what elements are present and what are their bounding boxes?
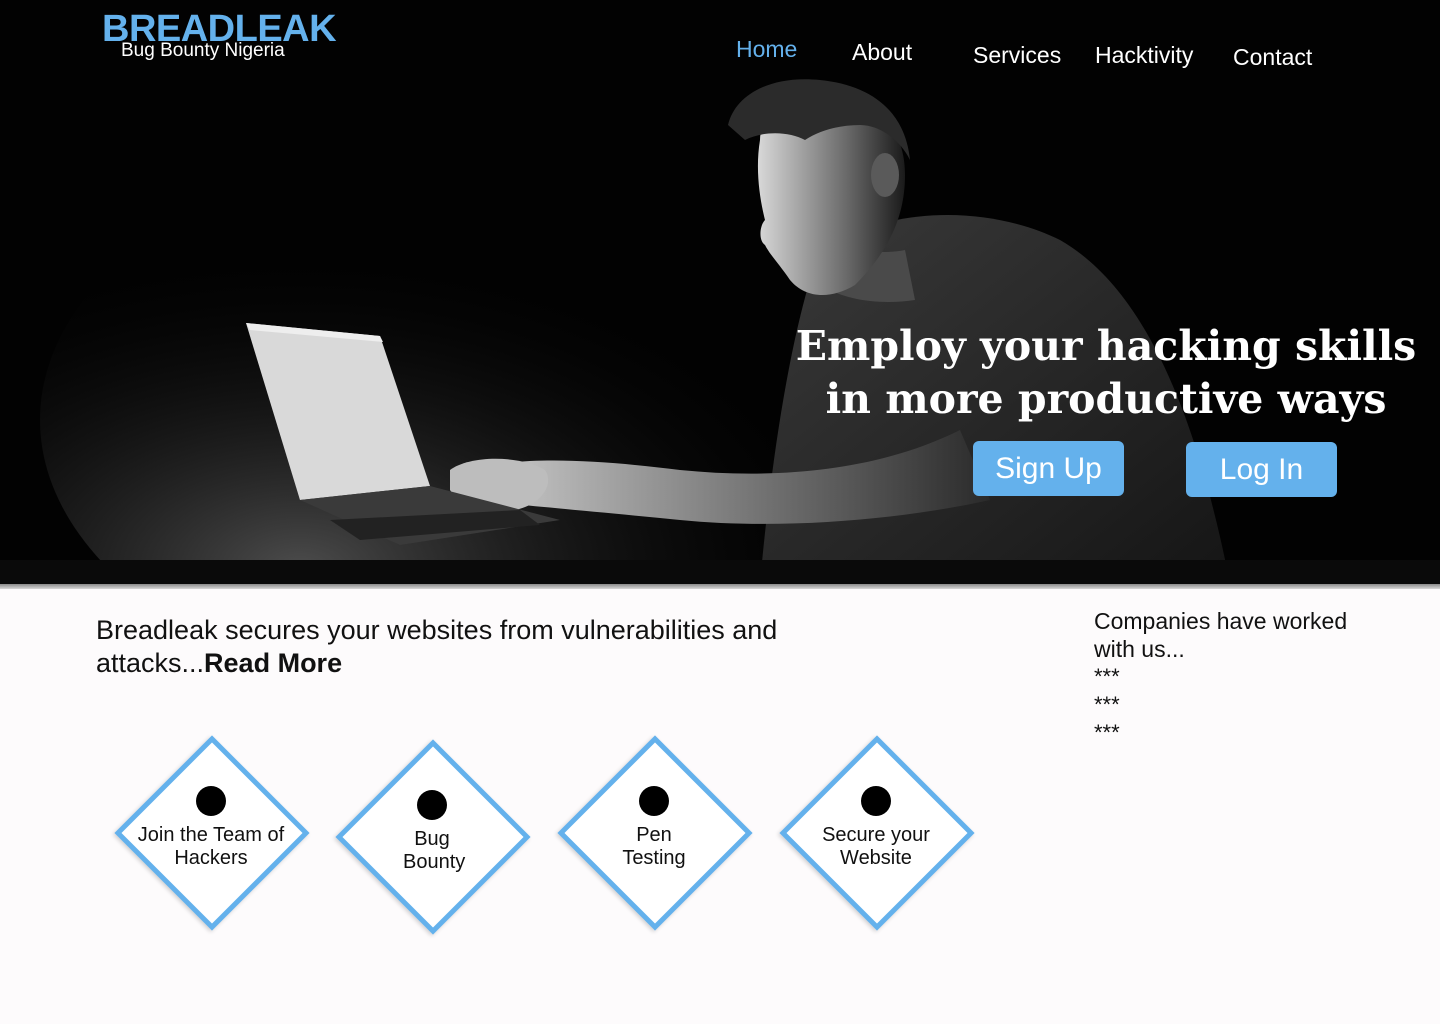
company-item: ***	[1094, 720, 1120, 745]
dot-icon	[861, 786, 891, 816]
tile-join-team[interactable]: Join the Team of Hackers	[113, 734, 310, 931]
login-button[interactable]: Log In	[1186, 442, 1337, 497]
nav-hacktivity[interactable]: Hacktivity	[1095, 42, 1193, 69]
intro-body: Breadleak secures your websites from vul…	[96, 615, 778, 678]
companies-title: Companies have worked with us...	[1094, 608, 1348, 662]
tile-bug-bounty[interactable]: Bug Bounty	[334, 738, 531, 935]
brand-subtitle: Bug Bounty Nigeria	[121, 40, 285, 61]
tile-label: Bug Bounty	[403, 828, 466, 873]
tile-label: Join the Team of Hackers	[137, 824, 285, 869]
dot-icon	[639, 786, 669, 816]
nav-contact[interactable]: Contact	[1233, 44, 1312, 71]
tile-secure-website[interactable]: Secure your Website	[778, 734, 975, 931]
company-item: ***	[1094, 664, 1120, 689]
tile-label: Pen Testing	[622, 824, 686, 869]
hero-divider	[0, 584, 1440, 589]
nav-home[interactable]: Home	[736, 36, 797, 63]
nav-services[interactable]: Services	[973, 42, 1061, 69]
hero-headline: Employ your hacking skills in more produ…	[790, 320, 1422, 426]
hero-headline-line1: Employ your hacking skills	[795, 322, 1417, 370]
hero-section: BREADLEAK Bug Bounty Nigeria Home About …	[0, 0, 1440, 584]
companies-panel: Companies have worked with us... *** ***…	[1094, 607, 1384, 747]
tile-label: Secure your Website	[822, 824, 930, 869]
dot-icon	[196, 786, 226, 816]
hero-headline-line2: in more productive ways	[825, 375, 1387, 423]
read-more-link[interactable]: Read More	[204, 648, 342, 678]
tile-pen-testing[interactable]: Pen Testing	[556, 734, 753, 931]
dot-icon	[417, 790, 447, 820]
intro-text: Breadleak secures your websites from vul…	[96, 614, 856, 680]
company-item: ***	[1094, 692, 1120, 717]
signup-button[interactable]: Sign Up	[973, 441, 1124, 496]
nav-about[interactable]: About	[852, 39, 912, 66]
